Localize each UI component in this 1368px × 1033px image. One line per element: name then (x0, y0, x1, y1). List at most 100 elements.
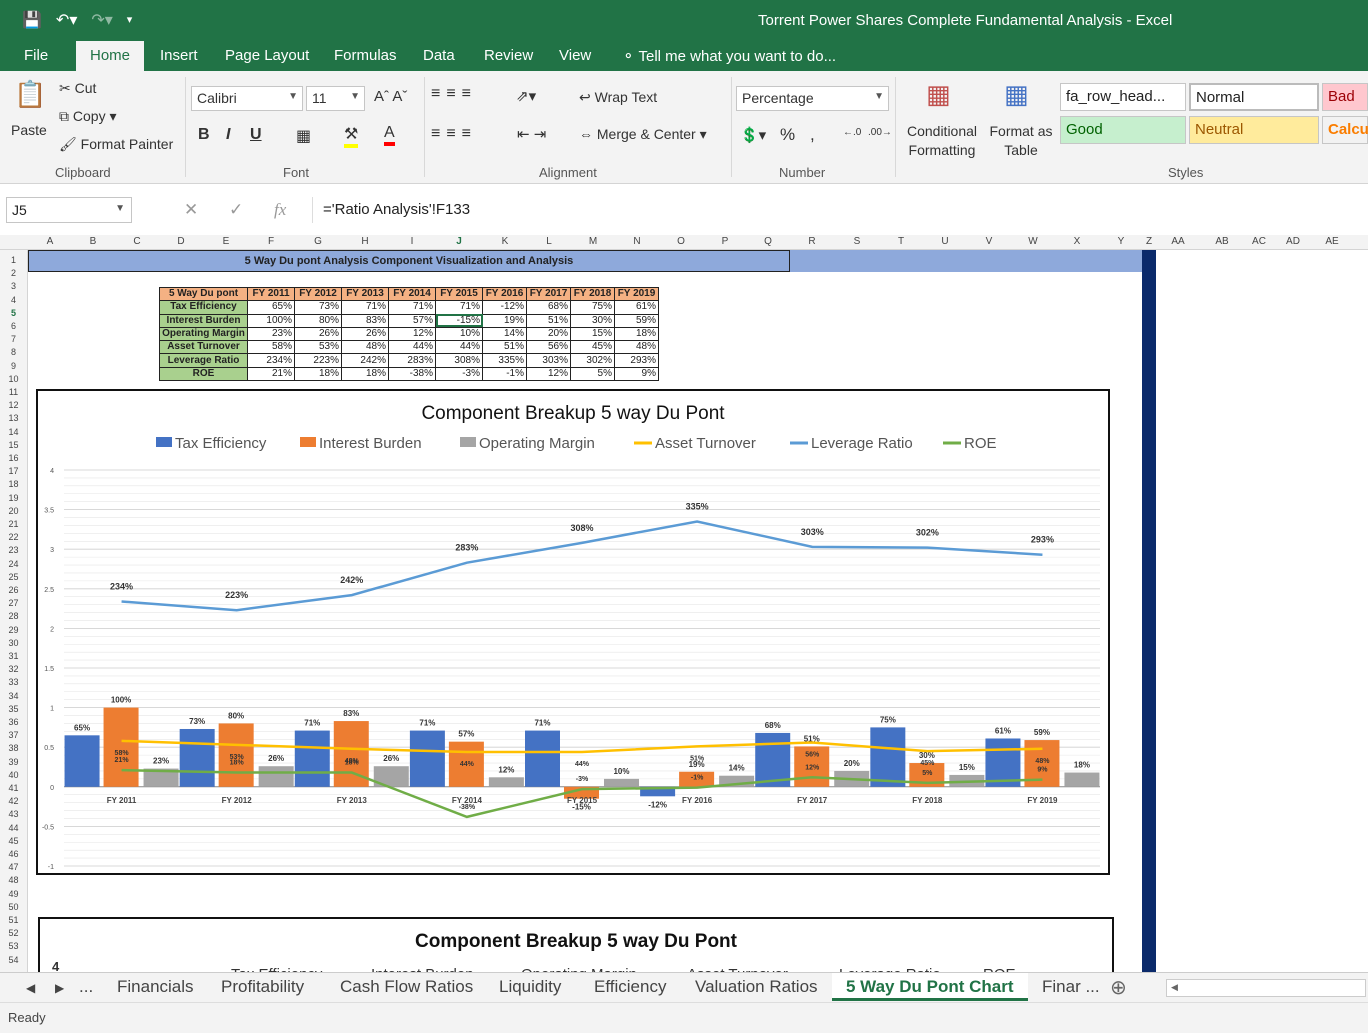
column-header[interactable]: C (127, 236, 147, 247)
row-header[interactable]: 50 (0, 902, 27, 912)
undo-icon[interactable]: ↶▾ (56, 10, 77, 30)
column-header[interactable]: Y (1111, 236, 1131, 247)
table-cell[interactable]: 61% (614, 300, 659, 315)
merge-center-button[interactable]: ⇔ Merge & Center ▾ (579, 126, 707, 143)
table-cell[interactable]: 19% (482, 313, 527, 328)
paste-button[interactable]: Paste (11, 122, 47, 138)
table-cell[interactable]: 10% (435, 326, 483, 342)
style-fa-row-head[interactable]: fa_row_head... (1060, 83, 1186, 111)
row-header[interactable]: 5 (0, 308, 27, 318)
row-header[interactable]: 8 (0, 347, 27, 357)
sheet-tab-valuation[interactable]: Valuation Ratios (695, 977, 818, 997)
dupont-chart-copy[interactable]: Component Breakup 5 way Du Pont4Tax Effi… (38, 917, 1114, 972)
decrease-decimal-icon[interactable]: .00→ (868, 127, 892, 138)
underline-button[interactable]: U (250, 126, 262, 144)
row-header[interactable]: 32 (0, 664, 27, 674)
row-header[interactable]: 10 (0, 374, 27, 384)
table-cell[interactable]: 5% (570, 366, 615, 382)
sheet-tab-financial-next[interactable]: Finar ... (1042, 977, 1100, 997)
table-cell[interactable]: -15% (435, 313, 483, 328)
increase-decimal-icon[interactable]: ←.0 (843, 127, 861, 138)
column-header[interactable]: U (935, 236, 955, 247)
row-header[interactable]: 13 (0, 413, 27, 423)
table-cell[interactable]: 51% (482, 340, 527, 355)
table-cell[interactable]: 44% (388, 340, 436, 355)
save-icon[interactable]: 💾 (22, 10, 42, 30)
format-as-table-button[interactable]: Format as Table (986, 122, 1056, 160)
row-header[interactable]: 39 (0, 757, 27, 767)
table-cell[interactable]: 303% (526, 353, 571, 368)
row-header[interactable]: 38 (0, 743, 27, 753)
table-cell[interactable]: 23% (247, 326, 295, 342)
row-label[interactable]: Asset Turnover (159, 340, 248, 355)
row-header[interactable]: 11 (0, 387, 27, 397)
table-cell[interactable]: 302% (570, 353, 615, 368)
customize-qat-icon[interactable]: ▾ (127, 10, 133, 30)
table-cell[interactable]: 71% (435, 300, 483, 315)
table-cell[interactable]: 58% (247, 340, 295, 355)
table-cell[interactable]: -3% (435, 366, 483, 382)
column-header[interactable]: R (802, 236, 822, 247)
grow-font-icon[interactable]: Aˆ Aˇ (374, 88, 407, 105)
horizontal-scrollbar[interactable]: ◀ (1166, 979, 1366, 997)
column-header[interactable]: K (495, 236, 515, 247)
table-cell[interactable]: 335% (482, 353, 527, 368)
scroll-right-icon[interactable]: ▶ (55, 981, 64, 995)
table-cell[interactable]: 71% (388, 300, 436, 315)
row-header[interactable]: 37 (0, 730, 27, 740)
column-header[interactable]: D (171, 236, 191, 247)
table-cell[interactable]: 12% (388, 326, 436, 342)
column-header[interactable]: L (539, 236, 559, 247)
percent-icon[interactable]: % (780, 125, 795, 145)
borders-icon[interactable]: ▦ (296, 126, 311, 146)
column-header[interactable]: N (627, 236, 647, 247)
dupont-chart[interactable]: Component Breakup 5 way Du Pont Tax Effic… (36, 389, 1110, 875)
table-cell[interactable]: 14% (482, 326, 527, 342)
style-bad[interactable]: Bad (1322, 83, 1368, 111)
row-header[interactable]: 47 (0, 862, 27, 872)
column-header[interactable]: F (261, 236, 281, 247)
scroll-left-icon[interactable]: ◀ (26, 981, 35, 995)
row-header[interactable]: 35 (0, 704, 27, 714)
scroll-left-arrow-icon[interactable]: ◀ (1171, 982, 1178, 993)
table-cell[interactable]: 18% (294, 366, 342, 382)
table-header[interactable]: FY 2017 (526, 286, 571, 302)
sheet-tab-liquidity[interactable]: Liquidity (499, 977, 561, 997)
table-cell[interactable]: 56% (526, 340, 571, 355)
row-header[interactable]: 31 (0, 651, 27, 661)
formula-input[interactable]: ='Ratio Analysis'!F133 (312, 197, 1362, 223)
table-cell[interactable]: 73% (294, 300, 342, 315)
column-header[interactable]: I (402, 236, 422, 247)
tab-formulas[interactable]: Formulas (334, 47, 397, 64)
table-cell[interactable]: 44% (435, 340, 483, 355)
conditional-formatting-icon[interactable]: ▦ (926, 79, 951, 110)
row-header[interactable]: 1 (0, 255, 27, 265)
row-header[interactable]: 34 (0, 691, 27, 701)
fill-color-icon[interactable]: ⚒ (344, 124, 359, 148)
table-cell[interactable]: 53% (294, 340, 342, 355)
column-header[interactable]: G (308, 236, 328, 247)
comma-icon[interactable]: , (810, 125, 815, 145)
row-header[interactable]: 26 (0, 585, 27, 595)
row-header[interactable]: 49 (0, 889, 27, 899)
row-header[interactable]: 12 (0, 400, 27, 410)
column-header[interactable]: AE (1322, 236, 1342, 247)
more-sheets[interactable]: ... (79, 977, 93, 997)
row-header[interactable]: 2 (0, 268, 27, 278)
row-header[interactable]: 16 (0, 453, 27, 463)
table-cell[interactable]: 51% (526, 313, 571, 328)
font-name-select[interactable]: Calibri ▼ (191, 86, 303, 111)
table-cell[interactable]: -1% (482, 366, 527, 382)
table-cell[interactable]: 100% (247, 313, 295, 328)
column-header[interactable]: B (83, 236, 103, 247)
column-header[interactable]: AD (1283, 236, 1303, 247)
row-header[interactable]: 25 (0, 572, 27, 582)
table-cell[interactable]: 9% (614, 366, 659, 382)
insert-function-icon[interactable]: fx (274, 200, 286, 220)
conditional-formatting-button[interactable]: Conditional Formatting (900, 122, 984, 160)
column-header[interactable]: S (847, 236, 867, 247)
column-header[interactable]: V (979, 236, 999, 247)
tab-file[interactable]: File (24, 47, 48, 64)
sheet-tab-dupont-chart[interactable]: 5 Way Du Pont Chart (832, 973, 1028, 1001)
table-cell[interactable]: 283% (388, 353, 436, 368)
